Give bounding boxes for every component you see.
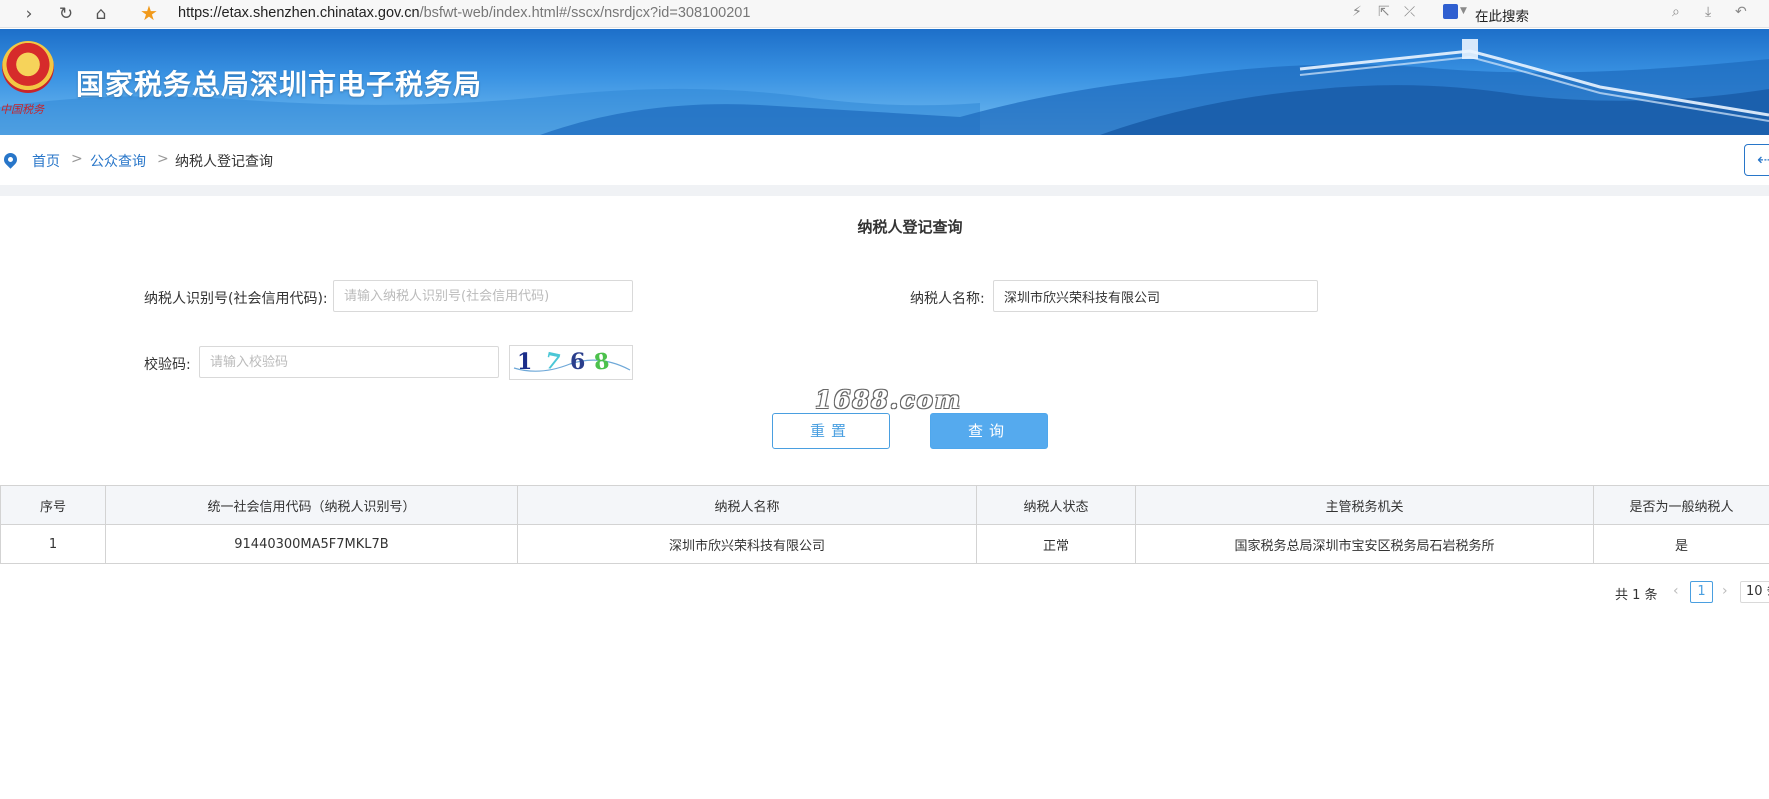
tax-id-input[interactable] [333, 280, 633, 312]
breadcrumb-public-query[interactable]: 公众查询 [90, 151, 146, 171]
captcha-label: 校验码: [144, 357, 191, 373]
download-icon[interactable]: ⤓ [1705, 4, 1711, 20]
cell-tax-authority: 国家税务总局深圳市宝安区税务局石岩税务所 [1135, 524, 1594, 564]
tax-emblem-icon [2, 41, 54, 93]
bookmark-star-icon[interactable]: ★ [140, 1, 158, 25]
table-header-row: 序号 统一社会信用代码（纳税人识别号） 纳税人名称 纳税人状态 主管税务机关 是… [0, 485, 1769, 525]
search-icon[interactable]: ⌕ [1672, 4, 1680, 20]
captcha-image[interactable]: 1 7 6 8 [509, 345, 633, 380]
lightning-icon[interactable]: ⚡ [1352, 4, 1362, 20]
page-number-button[interactable]: 1 [1690, 581, 1713, 603]
tax-id-label: 纳税人识别号(社会信用代码): [144, 291, 328, 307]
home-icon[interactable]: ⌂ [90, 3, 112, 25]
taxpayer-name-input[interactable] [993, 280, 1318, 312]
watermark-text: 1688.com [815, 385, 963, 414]
browser-search-field[interactable]: 在此搜索 [1475, 5, 1529, 25]
reload-icon[interactable]: ↻ [55, 3, 77, 25]
cell-taxpayer-name: 深圳市欣兴荣科技有限公司 [517, 524, 977, 564]
url-path: /bsfwt-web/index.html#/sscx/nsrdjcx?id=3… [419, 5, 751, 21]
site-title: 国家税务总局深圳市电子税务局 [76, 68, 483, 101]
column-header-status: 纳税人状态 [976, 485, 1136, 525]
column-header-general-taxpayer: 是否为一般纳税人 [1593, 485, 1769, 525]
cell-status: 正常 [976, 524, 1136, 564]
search-engine-icon[interactable] [1443, 4, 1458, 19]
breadcrumb-separator: > [71, 151, 83, 167]
captcha-char: 8 [592, 348, 611, 376]
captcha-char: 6 [570, 349, 586, 375]
query-button[interactable]: 查询 [930, 413, 1048, 449]
column-header-taxpayer-name: 纳税人名称 [517, 485, 977, 525]
chevron-down-icon[interactable]: ▼ [1460, 6, 1467, 16]
back-button[interactable]: ⇠ [1744, 144, 1769, 176]
captcha-char: 1 [517, 349, 533, 375]
emblem-caption: 中国税务 [0, 103, 44, 116]
page-title: 纳税人登记查询 [857, 218, 963, 236]
page-size-select[interactable]: 10 条/页 [1740, 581, 1769, 603]
close-tab-icon[interactable]: ⤫ [1404, 4, 1415, 20]
share-icon[interactable]: ⇱ [1378, 4, 1390, 20]
taxpayer-name-label: 纳税人名称: [910, 291, 985, 307]
breadcrumb-home[interactable]: 首页 [32, 151, 60, 171]
divider [0, 185, 1769, 196]
address-bar[interactable]: https://etax.shenzhen.chinatax.gov.cn/bs… [178, 5, 750, 21]
pagination-total: 共 1 条 [1615, 588, 1658, 603]
column-header-credit-code: 统一社会信用代码（纳税人识别号） [105, 485, 518, 525]
prev-page-icon[interactable]: ‹ [1673, 583, 1679, 599]
browser-toolbar: › ↻ ⌂ ★ https://etax.shenzhen.chinatax.g… [0, 0, 1769, 28]
cell-index: 1 [0, 524, 106, 564]
table-row: 1 91440300MA5F7MKL7B 深圳市欣兴荣科技有限公司 正常 国家税… [0, 524, 1769, 564]
undo-icon[interactable]: ↶ [1735, 4, 1747, 20]
column-header-index: 序号 [0, 485, 106, 525]
breadcrumb-current: 纳税人登记查询 [175, 154, 273, 170]
captcha-input[interactable] [199, 346, 499, 378]
breadcrumb-separator: > [157, 151, 169, 167]
results-table: 序号 统一社会信用代码（纳税人识别号） 纳税人名称 纳税人状态 主管税务机关 是… [0, 485, 1769, 564]
cell-credit-code: 91440300MA5F7MKL7B [105, 524, 518, 564]
url-domain: https://etax.shenzhen.chinatax.gov.cn [178, 5, 420, 21]
forward-icon[interactable]: › [18, 3, 40, 25]
reset-button[interactable]: 重置 [772, 413, 890, 449]
cell-general-taxpayer: 是 [1593, 524, 1769, 564]
column-header-tax-authority: 主管税务机关 [1135, 485, 1594, 525]
next-page-icon[interactable]: › [1722, 583, 1728, 599]
site-banner: 中国税务 国家税务总局深圳市电子税务局 [0, 29, 1769, 135]
